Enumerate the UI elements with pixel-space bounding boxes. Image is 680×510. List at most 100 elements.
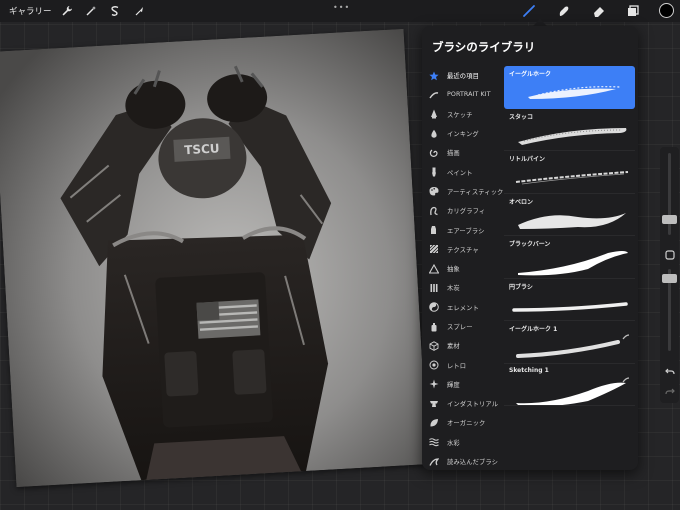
brush-size-slider[interactable] [662, 215, 677, 224]
category-item[interactable]: 素材 [422, 336, 504, 355]
retro-circle-icon [429, 360, 439, 370]
category-item[interactable]: スプレー [422, 317, 504, 336]
brush-stroke-preview [508, 77, 631, 107]
spray-can-icon [429, 322, 439, 332]
brush-name: Sketching 1 [509, 366, 549, 374]
texture-icon [429, 244, 439, 254]
side-slider-bar [660, 147, 679, 403]
imported-brush-icon [622, 368, 630, 382]
panel-title: ブラシのライブラリ [432, 40, 536, 54]
category-label: 素材 [447, 343, 460, 351]
category-item[interactable]: 水彩 [422, 433, 504, 452]
yin-yang-icon [429, 302, 439, 313]
category-item[interactable]: PORTRAIT KIT [422, 85, 504, 104]
category-item[interactable]: ペイント [422, 162, 504, 181]
gallery-button[interactable]: ギャラリー [9, 5, 52, 17]
imported-stroke-icon [429, 457, 439, 467]
category-label: インダストリアル [447, 401, 499, 409]
anvil-icon [429, 399, 439, 409]
selection-s-icon[interactable] [106, 2, 124, 20]
category-label: テクスチャ [447, 246, 479, 254]
brush-item[interactable]: リトルパイン [504, 151, 635, 194]
category-label: スケッチ [447, 111, 473, 119]
category-item[interactable]: アーティスティック [422, 182, 504, 201]
brush-library-panel: ブラシのライブラリ 最近の項目 PORTRAIT KIT スケッチインキング描画ペイ… [422, 26, 638, 470]
brush-stroke-preview [508, 120, 631, 150]
category-label: 木炭 [447, 285, 460, 293]
airbrush-icon [429, 225, 439, 235]
brush-stroke-preview [508, 162, 631, 192]
category-label: PORTRAIT KIT [447, 91, 491, 99]
category-item[interactable]: 読み込んだブラシ [422, 452, 504, 470]
brush-item[interactable]: オベロン [504, 194, 635, 236]
category-label: エレメント [447, 304, 479, 312]
category-item[interactable]: カリグラフィ [422, 201, 504, 220]
category-item[interactable]: エレメント [422, 298, 504, 317]
category-item[interactable]: 抽象 [422, 259, 504, 278]
modify-square-icon[interactable] [663, 248, 676, 261]
brush-icon[interactable] [520, 2, 538, 20]
top-toolbar: ギャラリー ••• [0, 0, 680, 22]
layers-icon[interactable] [624, 2, 642, 20]
arrow-cursor-icon[interactable] [130, 2, 148, 20]
category-item[interactable]: 描画 [422, 143, 504, 162]
category-list: 最近の項目 PORTRAIT KIT スケッチインキング描画ペイントアーティスティッ… [422, 66, 504, 470]
magic-wand-icon[interactable] [82, 2, 100, 20]
category-label: 描画 [447, 150, 460, 158]
eraser-icon[interactable] [590, 2, 608, 20]
ink-drop-icon [429, 129, 439, 139]
sparkle-icon [429, 379, 439, 389]
star-icon [429, 71, 439, 81]
wrench-icon[interactable] [58, 2, 76, 20]
palette-icon [429, 186, 439, 196]
paint-brush-icon [429, 167, 439, 177]
category-item[interactable]: インキング [422, 124, 504, 143]
spiral-icon [429, 148, 439, 158]
calligraphy-icon [429, 206, 439, 216]
category-item[interactable]: インダストリアル [422, 394, 504, 413]
category-item[interactable]: テクスチャ [422, 240, 504, 259]
category-label: レトロ [447, 362, 467, 370]
triangle-icon [429, 263, 439, 274]
brush-item[interactable]: スタッコ [504, 109, 635, 151]
category-label: 輝度 [447, 381, 460, 389]
smudge-icon[interactable] [555, 2, 573, 20]
category-label: アーティスティック [447, 188, 504, 196]
brush-item[interactable]: イーグルホーク 1 [504, 321, 635, 364]
panel-pointer [533, 19, 547, 26]
pen-stroke-icon [429, 90, 439, 100]
category-item[interactable]: レトロ [422, 355, 504, 374]
category-item[interactable]: 輝度 [422, 375, 504, 394]
charcoal-icon [429, 283, 439, 293]
category-item[interactable]: 最近の項目 [422, 66, 504, 85]
brush-stroke-preview [508, 205, 631, 235]
category-label: スプレー [447, 324, 473, 331]
artwork-illustration: TSCU [0, 28, 428, 488]
category-item[interactable]: オーガニック [422, 413, 504, 432]
pencil-tip-icon [429, 109, 439, 119]
brush-stroke-preview [508, 375, 631, 406]
category-label: 読み込んだブラシ [447, 459, 499, 467]
category-item[interactable]: スケッチ [422, 105, 504, 124]
brush-list: イーグルホーク スタッコ リトルパイン オベロン ブラックバーン 円ブラシ イーグルホーク … [504, 66, 635, 406]
color-picker-swatch[interactable] [659, 3, 674, 18]
category-label: 抽象 [447, 266, 460, 274]
svg-text:TSCU: TSCU [184, 141, 220, 157]
category-label: 水彩 [447, 439, 460, 447]
brush-item[interactable]: イーグルホーク [504, 66, 635, 109]
category-label: ペイント [447, 169, 473, 177]
category-label: オーガニック [447, 420, 486, 428]
brush-item[interactable]: 円ブラシ [504, 279, 635, 321]
undo-icon[interactable] [663, 365, 676, 378]
more-options-dots[interactable]: ••• [333, 3, 350, 12]
brush-item[interactable]: Sketching 1 [504, 364, 635, 406]
redo-icon[interactable] [663, 385, 676, 398]
category-label: インキング [447, 131, 479, 139]
category-item[interactable]: エアーブラシ [422, 220, 504, 239]
opacity-slider[interactable] [662, 274, 677, 283]
category-label: エアーブラシ [447, 227, 485, 235]
brush-item[interactable]: ブラックバーン [504, 236, 635, 279]
leaf-icon [429, 418, 439, 428]
artwork-canvas[interactable]: TSCU [0, 28, 428, 488]
category-item[interactable]: 木炭 [422, 278, 504, 297]
